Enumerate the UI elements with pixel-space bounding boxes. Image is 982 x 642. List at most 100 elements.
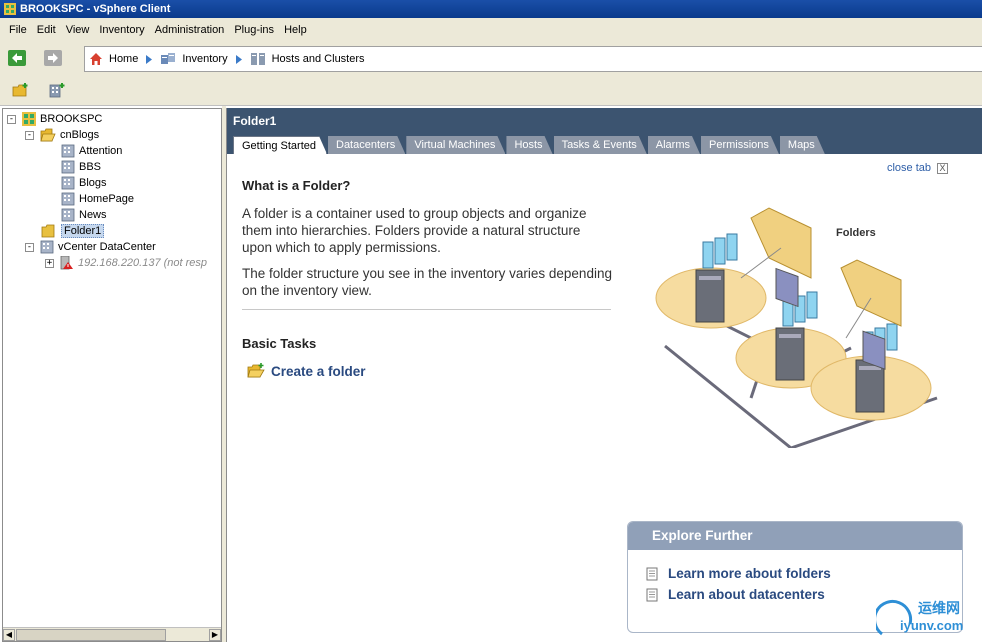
forward-arrow-icon: [44, 50, 62, 66]
breadcrumb-inventory[interactable]: Inventory: [160, 52, 228, 66]
datacenter-icon: [61, 192, 75, 206]
explore-further-title: Explore Further: [628, 522, 962, 550]
tree-node-vcenter-datacenter[interactable]: - vCenter DataCenter: [25, 239, 156, 255]
watermark-text: 运维网: [918, 600, 960, 616]
tree-label-selected: Folder1: [61, 224, 105, 238]
back-button[interactable]: [6, 47, 28, 69]
scroll-right-icon[interactable]: ▶: [209, 629, 221, 641]
new-datacenter-icon: [49, 82, 65, 97]
create-folder-link[interactable]: Create a folder: [242, 363, 614, 379]
expand-icon[interactable]: +: [45, 258, 54, 268]
tree-node-blogs[interactable]: Blogs: [61, 175, 107, 191]
watermark-url: iyunv.com: [900, 618, 964, 633]
collapse-icon[interactable]: -: [7, 114, 16, 124]
tab-virtual-machines[interactable]: Virtual Machines: [406, 136, 505, 154]
tab-permissions[interactable]: Permissions: [701, 136, 779, 154]
tab-strip: Getting Started Datacenters Virtual Mach…: [233, 136, 826, 154]
vsphere-app-icon: [4, 3, 16, 15]
inventory-icon: [161, 53, 176, 64]
basic-tasks-heading: Basic Tasks: [242, 336, 317, 351]
datacenter-icon: [61, 176, 75, 190]
tab-tasks-events[interactable]: Tasks & Events: [554, 136, 647, 154]
section-heading: What is a Folder?: [242, 178, 351, 193]
new-folder-icon: [12, 82, 28, 96]
datacenter-icon: [61, 208, 75, 222]
home-icon: [90, 53, 102, 65]
page-title: Folder1: [233, 114, 277, 128]
datacenter-icon: [61, 160, 75, 174]
new-datacenter-button[interactable]: [46, 79, 68, 101]
tree-label: vCenter DataCenter: [58, 241, 156, 253]
illustration-label: Folders: [836, 227, 876, 239]
menu-help[interactable]: Help: [279, 22, 312, 38]
tree-label: 192.168.220.137 (not resp: [78, 257, 208, 269]
description-paragraph: A folder is a container used to group ob…: [242, 206, 587, 255]
close-tab-link[interactable]: close tab X: [887, 162, 948, 174]
tab-alarms[interactable]: Alarms: [648, 136, 700, 154]
tree-label: HomePage: [79, 193, 135, 205]
open-folder-icon: [247, 363, 265, 378]
scrollbar-thumb[interactable]: [16, 629, 166, 641]
getting-started-content: What is a Folder? A folder is a containe…: [242, 178, 614, 379]
close-icon[interactable]: X: [937, 162, 948, 174]
scroll-left-icon[interactable]: ◀: [3, 629, 15, 641]
datacenter-icon: [61, 144, 75, 158]
menu-edit[interactable]: Edit: [32, 22, 61, 38]
open-folder-icon: [40, 128, 56, 142]
breadcrumb-home[interactable]: Home: [89, 52, 138, 66]
tab-maps[interactable]: Maps: [780, 136, 825, 154]
vcenter-server-icon: [22, 112, 36, 126]
window-title: BROOKSPC - vSphere Client: [20, 3, 171, 15]
learn-more-folders-link[interactable]: Learn more about folders: [646, 566, 962, 581]
menu-plugins[interactable]: Plug-ins: [229, 22, 279, 38]
horizontal-scrollbar[interactable]: ◀ ▶: [3, 627, 221, 641]
collapse-icon[interactable]: -: [25, 130, 34, 140]
breadcrumb-separator-icon: [146, 54, 153, 64]
menu-bar: File Edit View Inventory Administration …: [0, 18, 982, 42]
menu-administration[interactable]: Administration: [150, 22, 230, 38]
tab-getting-started[interactable]: Getting Started: [233, 136, 327, 154]
tree-node-homepage[interactable]: HomePage: [61, 191, 134, 207]
folder-icon: [41, 224, 55, 238]
tree-label: BBS: [79, 161, 102, 173]
watermark: 运维网 iyunv.com: [876, 594, 980, 640]
description-paragraph: The folder structure you see in the inve…: [242, 266, 612, 298]
new-folder-button[interactable]: [10, 79, 32, 101]
tree-node-cnblogs[interactable]: - cnBlogs: [25, 127, 99, 143]
breadcrumb: Home Inventory Hosts and Clusters: [84, 46, 982, 72]
main-pane: Folder1 Getting Started Datacenters Virt…: [226, 108, 982, 642]
navigation-bar: Home Inventory Hosts and Clusters: [0, 42, 982, 74]
tree-node-folder1[interactable]: Folder1: [41, 223, 105, 239]
breadcrumb-separator-icon: [235, 54, 242, 64]
back-arrow-icon: [8, 50, 26, 66]
tree-node-attention[interactable]: Attention: [61, 143, 122, 159]
tree-label: BROOKSPC: [40, 113, 103, 125]
toolbar: [0, 74, 982, 106]
tree-label: Blogs: [79, 177, 107, 189]
forward-button[interactable]: [42, 47, 64, 69]
tree-node-news[interactable]: News: [61, 207, 107, 223]
tree-label: cnBlogs: [60, 129, 100, 141]
tree-node-bbs[interactable]: BBS: [61, 159, 101, 175]
breadcrumb-hosts-and-clusters[interactable]: Hosts and Clusters: [250, 52, 365, 66]
host-disconnected-icon: [60, 256, 73, 270]
menu-view[interactable]: View: [61, 22, 95, 38]
document-icon: [646, 588, 658, 601]
main-header: Folder1 Getting Started Datacenters Virt…: [227, 108, 982, 154]
folders-illustration: [655, 207, 938, 448]
tree-label: Attention: [79, 145, 123, 157]
collapse-icon[interactable]: -: [25, 242, 34, 252]
tab-datacenters[interactable]: Datacenters: [328, 136, 405, 154]
tree-label: News: [79, 209, 107, 221]
section-divider: [242, 309, 611, 310]
tree-node-host-192-168-220-137[interactable]: + 192.168.220.137 (not resp: [45, 255, 207, 271]
menu-inventory[interactable]: Inventory: [94, 22, 149, 38]
hosts-clusters-icon: [250, 53, 265, 65]
document-icon: [646, 567, 658, 580]
inventory-tree: - BROOKSPC - cnBlogs Attention BBS Blogs…: [2, 108, 222, 642]
tree-node-brookspc[interactable]: - BROOKSPC: [7, 111, 102, 127]
tab-hosts[interactable]: Hosts: [506, 136, 552, 154]
menu-file[interactable]: File: [4, 22, 32, 38]
title-bar: BROOKSPC - vSphere Client: [0, 0, 982, 18]
close-tab-label: close tab: [886, 162, 931, 174]
